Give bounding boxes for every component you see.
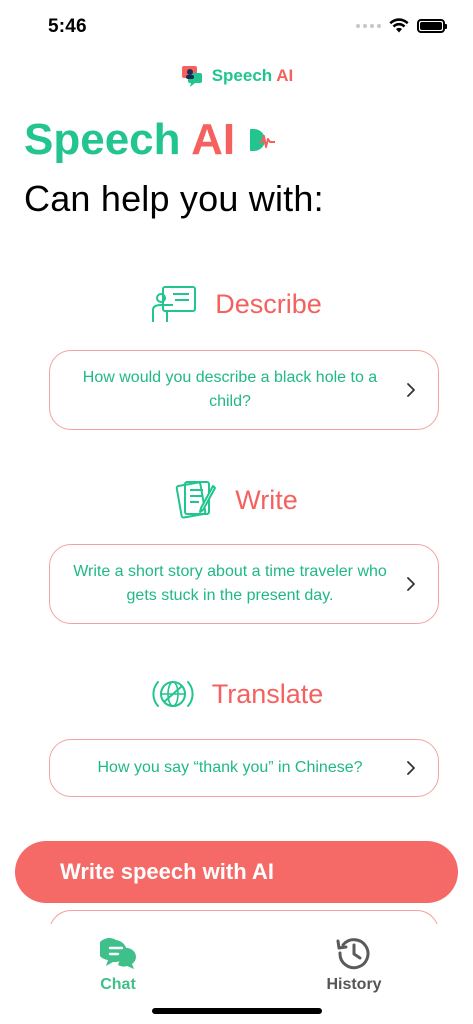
chat-bubbles-icon <box>100 938 136 969</box>
battery-icon <box>417 18 447 33</box>
hero-title: Speech AI <box>24 112 324 168</box>
chevron-right-icon <box>407 383 415 397</box>
hero: Speech AI Can help you with: <box>24 112 324 220</box>
prompt-text: How you say “thank you” in Chinese? <box>97 759 363 776</box>
write-speech-button-label: Write speech with AI <box>60 859 274 884</box>
prompt-text: How would you describe a black hole to a… <box>82 369 378 410</box>
chevron-right-icon <box>407 761 415 775</box>
tab-chat-label: Chat <box>100 976 136 993</box>
section-label-translate: Translate <box>211 678 324 709</box>
chevron-right-icon <box>407 577 415 591</box>
write-document-icon <box>175 481 217 519</box>
translate-globe-icon <box>152 681 194 707</box>
section-translate-header: Translate <box>0 672 473 716</box>
app-header: Speech AI <box>0 64 473 88</box>
hero-subtitle: Can help you with: <box>24 178 324 219</box>
presentation-icon <box>152 286 197 322</box>
tab-chat[interactable]: Chat <box>58 936 178 994</box>
prompt-text: Write a short story about a time travele… <box>73 563 387 604</box>
voice-waveform-icon <box>250 129 276 151</box>
status-indicators <box>356 18 447 33</box>
wifi-icon <box>389 18 409 33</box>
prompt-card-write[interactable]: Write a short story about a time travele… <box>49 544 439 624</box>
status-bar: 5:46 <box>0 0 473 54</box>
speech-ai-logo-icon <box>181 66 202 87</box>
prompt-card-translate[interactable]: How you say “thank you” in Chinese? <box>49 739 439 797</box>
brand-name: Speech AI <box>211 66 294 85</box>
home-indicator <box>152 1008 322 1014</box>
section-label-describe: Describe <box>215 288 322 319</box>
cellular-signal-icon <box>356 23 381 28</box>
history-clock-icon <box>336 938 370 970</box>
prompt-card-describe[interactable]: How would you describe a black hole to a… <box>49 350 439 430</box>
section-label-write: Write <box>235 484 298 515</box>
write-speech-button[interactable]: Write speech with AI <box>15 841 458 903</box>
section-write-header: Write <box>0 478 473 522</box>
status-time: 5:46 <box>48 16 87 37</box>
tab-history[interactable]: History <box>294 936 414 994</box>
section-describe-header: Describe <box>0 284 473 324</box>
tab-history-label: History <box>326 976 382 993</box>
